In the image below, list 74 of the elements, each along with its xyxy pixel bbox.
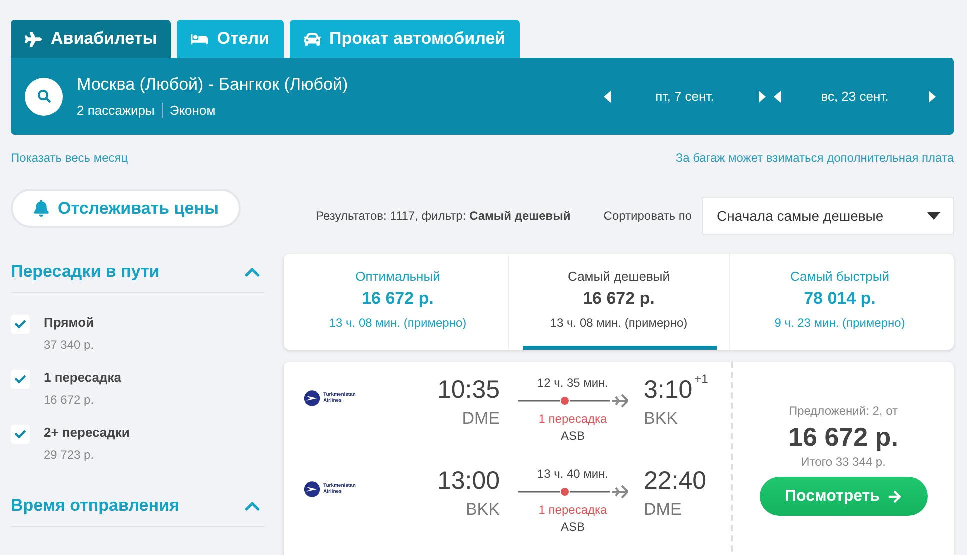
summary-duration: 13 ч. 08 мин. (примерно) <box>328 316 468 330</box>
route-line-icon <box>518 485 628 499</box>
duration-text: 13 ч. 40 мин. <box>536 467 610 481</box>
airport-code: BKK <box>644 409 680 429</box>
departure-time: 13:00 <box>436 467 500 496</box>
offer-price: 16 672 р. <box>788 422 898 453</box>
bell-icon <box>33 200 50 217</box>
results-text: Результатов: 1117, фильтр: Самый дешевый <box>315 209 571 223</box>
tab[interactable]: Прокат автомобилей <box>290 20 520 58</box>
airline-logo-icon <box>304 390 321 407</box>
summary-tab[interactable]: Самый быстрый 78 014 р. 9 ч. 23 мин. (примерно) <box>729 254 950 350</box>
airport-code: BKK <box>464 500 500 520</box>
search-icon <box>38 90 50 103</box>
filter-option-price: 37 340 р. <box>44 338 94 352</box>
summary-price: 16 672 р. <box>582 289 656 309</box>
stops-text: 1 пересадка <box>538 503 608 517</box>
car-icon <box>304 30 320 48</box>
baggage-link[interactable]: За багаж может взиматься дополнительная плата <box>676 151 954 165</box>
filter-title: Пересадки в пути <box>11 262 160 282</box>
tab[interactable]: Авиабилеты <box>11 20 172 58</box>
check-icon <box>15 374 26 385</box>
filter-option-label: 2+ пересадки <box>44 425 130 440</box>
offers-text: Предложений: 2, от <box>788 404 898 418</box>
date-text[interactable]: вс, 23 сент. <box>785 89 925 104</box>
summary-price: 16 672 р. <box>361 289 435 309</box>
view-button[interactable]: Посмотреть <box>760 477 928 516</box>
checkbox[interactable] <box>11 370 30 389</box>
arrow-right-icon <box>888 490 902 504</box>
summary-tab[interactable]: Самый дешевый 16 672 р. 13 ч. 08 мин. (примерно) <box>508 254 729 350</box>
track-prices-button[interactable]: Отслеживать цены <box>11 189 241 228</box>
filter-option-label: 1 пересадка <box>44 370 122 385</box>
route-text: Москва (Любой) - Бангкок (Любой) <box>77 75 348 95</box>
day-offset: +1 <box>694 372 708 386</box>
tab[interactable]: Отели <box>177 20 284 58</box>
caret-left-icon <box>774 90 781 102</box>
airline-logo-icon <box>304 481 321 498</box>
summary-price: 78 014 р. <box>803 289 877 309</box>
checkbox[interactable] <box>11 315 30 334</box>
via-airport: ASB <box>560 429 586 443</box>
total-price: Итого 33 344 р. <box>801 455 886 469</box>
date-text[interactable]: пт, 7 сент. <box>615 89 755 104</box>
summary-duration: 9 ч. 23 мин. (примерно) <box>774 316 906 330</box>
via-airport: ASB <box>560 520 586 534</box>
cabin-text: Эконом <box>170 103 216 118</box>
check-icon <box>15 319 26 330</box>
stops-text: 1 пересадка <box>538 412 608 426</box>
month-link[interactable]: Показать весь месяц <box>11 151 128 165</box>
summary-title: Самый дешевый <box>567 269 671 284</box>
caret-right-icon <box>759 90 766 102</box>
summary-duration: 13 ч. 08 мин. (примерно) <box>549 316 689 330</box>
check-icon <box>15 429 26 440</box>
airport-code: DME <box>644 500 683 520</box>
airport-code: DME <box>461 409 500 429</box>
sort-dropdown[interactable]: Сначала самые дешевые <box>702 197 954 235</box>
filter-option-label: Прямой <box>44 315 94 330</box>
caret-right-icon <box>929 90 936 102</box>
filter-title: Время отправления <box>11 496 180 516</box>
caret-left-icon <box>604 90 611 102</box>
checkbox[interactable] <box>11 425 30 444</box>
duration-text: 12 ч. 35 мин. <box>536 376 610 390</box>
departure-time: 10:35 <box>436 376 500 405</box>
summary-title: Самый быстрый <box>790 269 890 284</box>
arrival-time: 22:40 <box>644 467 707 495</box>
filter-option-price: 16 672 р. <box>44 393 96 407</box>
arrival-time: 3:10 <box>644 376 693 404</box>
search-button[interactable] <box>25 78 63 116</box>
sort-label: Сортировать по <box>604 209 692 223</box>
route-line-icon <box>518 394 628 408</box>
summary-tab[interactable]: Оптимальный 16 672 р. 13 ч. 08 мин. (примерно) <box>288 254 508 350</box>
plane-icon <box>25 30 42 48</box>
filter-option-price: 29 723 р. <box>44 448 96 462</box>
summary-title: Оптимальный <box>354 269 442 284</box>
passengers-text: 2 пассажиры <box>77 103 163 118</box>
caret-down-icon <box>927 212 941 220</box>
